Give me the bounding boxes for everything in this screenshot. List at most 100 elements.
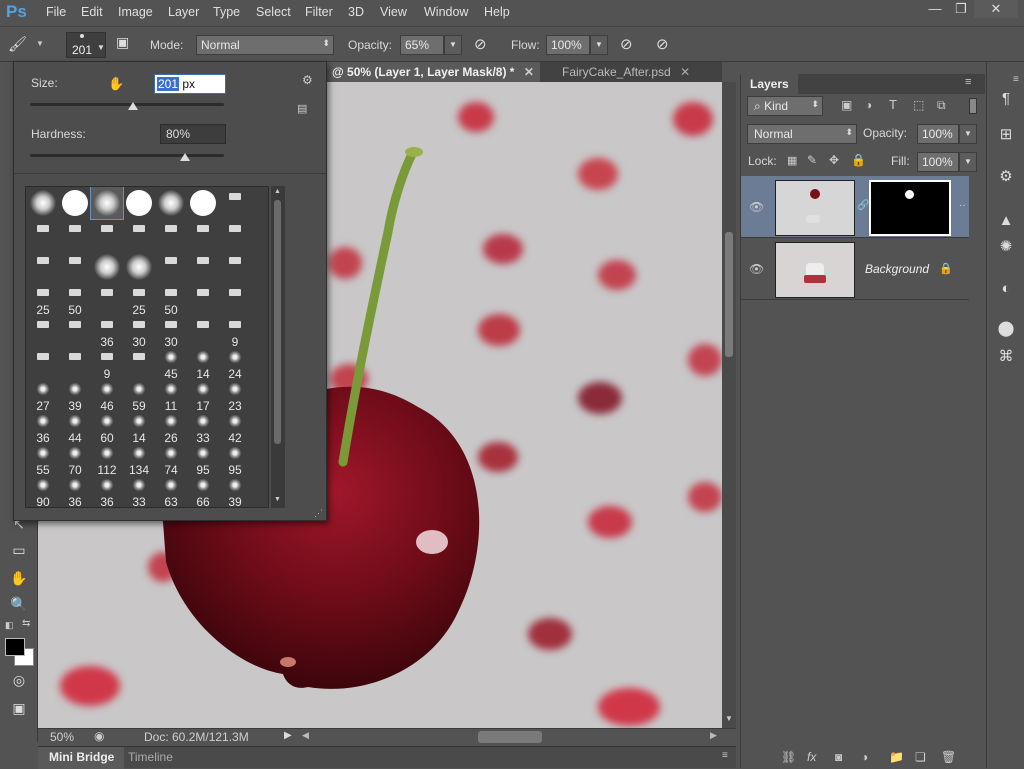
zoom-tool-icon[interactable]: 🔍 [8,594,30,614]
brush-preset-cell[interactable]: 112 [91,443,123,477]
adjustment-layer-icon[interactable]: ◑ [861,750,868,764]
brush-preset-cell[interactable]: 95 [187,443,219,477]
fill-dropdown-icon[interactable]: ▼ [959,152,977,172]
brush-preset-cell[interactable] [91,283,123,315]
visibility-eye-icon[interactable]: 👁 [749,200,765,214]
layers-tab[interactable]: Layers [741,74,798,94]
brush-preset-cell[interactable]: 27 [27,379,59,413]
scroll-down-arrow-icon[interactable]: ▼ [274,496,281,503]
brush-preset-cell[interactable] [27,187,59,219]
brush-preset-cell[interactable]: 9 [91,347,123,381]
layer-thumbnail[interactable] [775,242,855,298]
brush-preset-cell[interactable] [187,187,219,219]
brush-preset-cell[interactable]: 14 [187,347,219,381]
histogram-icon[interactable]: ▲ [995,210,1017,232]
layer-row-background[interactable]: 👁 Background 🔒 [741,238,969,300]
brush-preset-cell[interactable] [91,251,123,283]
new-layer-icon[interactable]: ❏ [915,750,926,764]
mask-link-icon[interactable]: 🔗 [857,200,869,211]
link-layers-icon[interactable]: ⛓ [781,750,796,764]
brush-preset-cell[interactable] [155,251,187,283]
brush-preset-cell[interactable]: 59 [123,379,155,413]
swap-colors-icon[interactable]: ⇆ [22,618,30,629]
brush-tool-icon[interactable]: 🖌 [8,35,34,55]
preset-scrollbar[interactable]: ▲ ▼ [271,186,285,508]
brush-preset-cell[interactable] [155,187,187,219]
close-tab-icon[interactable]: ✕ [524,65,534,79]
filter-toggle[interactable] [969,98,977,114]
brush-preset-cell[interactable]: 36 [91,475,123,507]
brush-preset-cell[interactable]: 45 [155,347,187,381]
menu-help[interactable]: Help [484,5,510,19]
tab-timeline[interactable]: Timeline [128,750,173,764]
brush-preset-cell[interactable]: 30 [123,315,155,349]
brush-preset-cell[interactable] [123,219,155,251]
blend-mode-select[interactable]: Normal ⬍ [747,124,857,144]
close-button[interactable]: ✕ [974,0,1018,18]
opacity-field[interactable]: 65% [400,35,444,55]
brush-preset-cell[interactable] [187,251,219,283]
tab-mini-bridge[interactable]: Mini Bridge [38,747,124,769]
brush-preset-cell[interactable]: 60 [91,411,123,445]
close-tab-icon[interactable]: ✕ [680,65,690,79]
brush-preset-cell[interactable]: 9 [219,315,251,349]
brush-preset-cell[interactable]: 26 [155,411,187,445]
horizontal-scroll-thumb[interactable] [478,731,542,743]
lock-transparent-icon[interactable]: ▦ [787,154,797,167]
clone-source-icon[interactable]: ⊞ [995,124,1017,146]
layer-style-icon[interactable]: fx [807,750,816,764]
navigator-icon[interactable]: ✺ [995,236,1017,258]
new-group-icon[interactable]: 📁 [889,750,904,764]
brush-preset-cell[interactable] [123,187,155,219]
brush-preset-cell[interactable]: 14 [123,411,155,445]
brush-preset-cell[interactable] [27,219,59,251]
status-icon[interactable]: ◉ [94,729,104,743]
brush-preset-cell[interactable] [155,219,187,251]
brush-preset-cell[interactable] [59,187,91,219]
brush-preset-cell[interactable]: 90 [27,475,59,507]
quick-mask-icon[interactable]: ◎ [8,670,30,690]
brush-preset-cell[interactable]: 36 [59,475,91,507]
brush-preset-cell[interactable]: 74 [155,443,187,477]
panel-menu-icon[interactable]: ≡ [722,750,728,761]
flow-field[interactable]: 100% [546,35,590,55]
brush-preset-cell[interactable] [59,347,91,379]
delete-layer-icon[interactable]: 🗑 [941,750,956,764]
menu-file[interactable]: File [46,5,66,19]
tool-preset-arrow-icon[interactable]: ▼ [36,39,44,48]
screen-mode-icon[interactable]: ▣ [8,698,30,718]
layer-row-layer1[interactable]: 👁 🔗 [741,176,969,238]
brush-preset-button[interactable]: 201 ▼ [66,32,106,58]
foreground-color-swatch[interactable] [5,638,25,656]
menu-edit[interactable]: Edit [81,5,103,19]
menu-type[interactable]: Type [213,5,240,19]
brush-preset-cell[interactable]: 25 [123,283,155,317]
brush-preset-cell[interactable] [187,219,219,251]
flow-dropdown-icon[interactable]: ▼ [590,35,608,55]
filter-pixel-icon[interactable]: ▣ [841,98,852,112]
opacity-dropdown-icon[interactable]: ▼ [444,35,462,55]
brush-preset-cell[interactable]: 50 [155,283,187,317]
brush-preset-cell[interactable] [59,251,91,283]
brush-preset-cell[interactable] [219,219,251,251]
new-preset-icon[interactable]: ▤ [297,102,307,115]
tab-fairycake-after[interactable]: FairyCake_After.psd ✕ [556,62,696,82]
layer-opacity-field[interactable]: 100% [917,124,959,144]
hand-tool-icon[interactable]: ✋ [8,568,30,588]
brush-preset-cell[interactable]: 36 [27,411,59,445]
channels-icon[interactable]: ⬤ [995,318,1017,340]
brush-panel-toggle-icon[interactable]: ▣ [116,34,138,56]
panel-menu-icon[interactable]: ≡ [965,76,971,88]
brush-preset-cell[interactable]: 39 [219,475,251,507]
brush-preset-cell[interactable]: 70 [59,443,91,477]
brush-preset-cell[interactable] [91,219,123,251]
brush-preset-cell[interactable]: 134 [123,443,155,477]
filter-shape-icon[interactable]: ⬚ [913,98,924,112]
pressure-opacity-icon[interactable]: ⊘ [474,35,487,53]
lock-position-icon[interactable]: ✥ [829,153,839,167]
paths-icon[interactable]: ⌘ [995,346,1017,368]
lock-pixels-icon[interactable]: ✎ [807,153,817,167]
brush-preset-cell[interactable]: 46 [91,379,123,413]
fill-field[interactable]: 100% [917,152,959,172]
brush-preset-cell[interactable]: 36 [91,315,123,349]
